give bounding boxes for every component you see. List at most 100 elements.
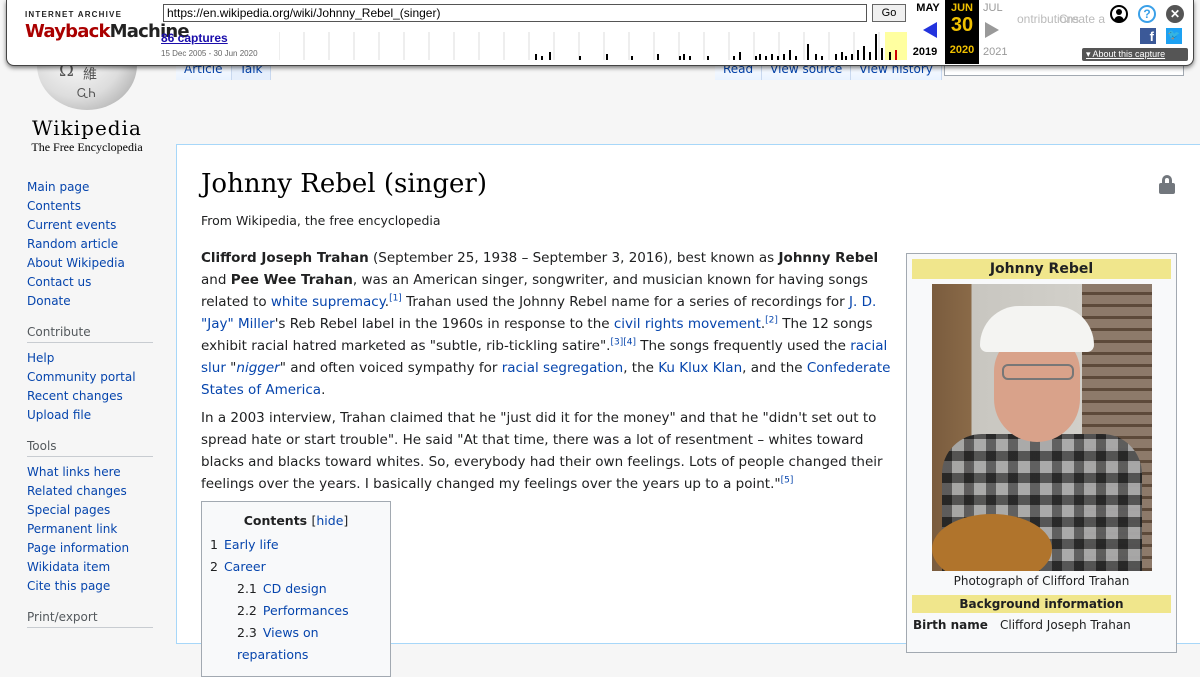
wikipedia-wordmark: Wikipedia (32, 116, 142, 140)
infobox-caption: Photograph of Clifford Trahan (953, 574, 1130, 588)
sidebar-item-permanent-link[interactable]: Permanent link (27, 522, 117, 536)
toc-item[interactable]: 1 Early life (210, 534, 382, 556)
text: Trahan used the Johnny Rebel name for a … (401, 294, 849, 310)
text: and (201, 272, 231, 288)
ghost-create-account-link: Create a (1059, 12, 1106, 26)
sidebar-item-page-information[interactable]: Page information (27, 541, 129, 555)
article-content: Johnny Rebel (singer) From Wikipedia, th… (176, 144, 1200, 677)
sidebar-item-donate[interactable]: Donate (27, 294, 71, 308)
sidebar-item-random-article[interactable]: Random article (27, 237, 118, 251)
sidebar-item-what-links-here[interactable]: What links here (27, 465, 121, 479)
wayback-go-button[interactable]: Go (872, 4, 906, 22)
sidebar-item-contents[interactable]: Contents (27, 199, 81, 213)
wayback-prev-month[interactable]: MAY (911, 2, 945, 14)
reference-1[interactable]: [1] (389, 294, 402, 304)
sidebar-print-export: Print/export (27, 610, 176, 628)
bold-name-clifford: Clifford Joseph Trahan (201, 250, 369, 266)
wayback-prev-arrow-icon[interactable] (923, 22, 937, 38)
sidebar-item-help[interactable]: Help (27, 351, 54, 365)
sidebar-tools: Tools What links here Related changes Sp… (27, 439, 176, 596)
link-slur-term[interactable]: nigger (236, 360, 279, 376)
site-subtitle: From Wikipedia, the free encyclopedia (201, 213, 441, 228)
sidebar-navigation: Main page Contents Current events Random… (27, 178, 176, 311)
photo-glasses (1001, 364, 1074, 380)
reference-4[interactable]: [4] (623, 338, 636, 348)
toc-number: 2 (210, 559, 218, 574)
toc-link-cd-design[interactable]: CD design (263, 581, 327, 596)
toc-number: 1 (210, 537, 218, 552)
sidebar-heading-print-export: Print/export (27, 610, 153, 628)
reference-2[interactable]: [2] (765, 316, 778, 326)
wayback-capture-range: 15 Dec 2005 - 30 Jun 2020 (161, 49, 258, 58)
help-icon[interactable]: ? (1138, 5, 1156, 23)
sidebar-item-main-page[interactable]: Main page (27, 180, 89, 194)
sidebar-item-upload-file[interactable]: Upload file (27, 408, 91, 422)
toc-number: 2.2 (237, 603, 257, 618)
user-icon[interactable] (1110, 5, 1128, 23)
toc-link-early-life[interactable]: Early life (224, 537, 279, 552)
wayback-selected-year: 2020 (949, 44, 975, 56)
sidebar-item-cite-this-page[interactable]: Cite this page (27, 579, 110, 593)
toc-hide-link[interactable]: hide (316, 513, 343, 528)
sidebar-heading-contribute: Contribute (27, 325, 153, 343)
bold-name-johnny-rebel: Johnny Rebel (778, 250, 879, 266)
infobox-section-header: Background information (912, 595, 1171, 613)
link-ku-klux-klan[interactable]: Ku Klux Klan (658, 360, 742, 376)
infobox: Johnny Rebel Photograph of Clifford Trah… (906, 253, 1177, 653)
table-of-contents: Contents [hide] 1 Early life 2 Career 2.1 C… (201, 501, 391, 677)
text: (September 25, 1938 – September 3, 2016)… (368, 250, 779, 266)
infobox-photo[interactable] (931, 284, 1152, 571)
toc-item[interactable]: 2 Career (210, 556, 382, 578)
toc-item[interactable]: 2.3 Views on reparations (210, 622, 382, 666)
sidebar: Main page Contents Current events Random… (0, 178, 176, 642)
lock-icon[interactable] (1159, 175, 1175, 194)
sidebar-item-recent-changes[interactable]: Recent changes (27, 389, 123, 403)
sidebar-item-current-events[interactable]: Current events (27, 218, 116, 232)
lead-paragraph-2: In a 2003 interview, Trahan claimed that… (201, 407, 891, 495)
wayback-logo-wayback: Wayback (25, 21, 110, 42)
bold-name-pee-wee: Pee Wee Trahan (230, 272, 353, 288)
toc-title: Contents (243, 513, 308, 528)
text: 's Reb Rebel label in the 1960s in respo… (274, 316, 614, 332)
text: The songs frequently used the (635, 338, 851, 354)
text: " and often voiced sympathy for (279, 360, 502, 376)
toc-item[interactable]: 2.2 Performances (210, 600, 382, 622)
facebook-icon[interactable]: f (1140, 28, 1156, 44)
wayback-logo[interactable]: INTERNET ARCHIVE WaybackMachine (25, 10, 190, 50)
wayback-next-year: 2021 (983, 46, 1008, 58)
sidebar-item-contact-us[interactable]: Contact us (27, 275, 91, 289)
close-icon[interactable]: ✕ (1166, 5, 1184, 23)
link-racial-segregation[interactable]: racial segregation (502, 360, 623, 376)
wayback-url-input[interactable]: https://en.wikipedia.org/wiki/Johnny_Reb… (163, 4, 867, 22)
wayback-next-arrow-icon (985, 22, 999, 38)
toc-link-performances[interactable]: Performances (263, 603, 349, 618)
toc-link-career[interactable]: Career (224, 559, 266, 574)
about-capture-button[interactable]: ▾ About this capture (1082, 48, 1188, 61)
toc-title-row: Contents [hide] (210, 510, 382, 532)
lead-paragraph-1: Clifford Joseph Trahan (September 25, 19… (201, 250, 891, 398)
twitter-icon[interactable]: 🐦 (1166, 28, 1182, 44)
wayback-captures-link[interactable]: 86 captures (161, 31, 228, 45)
wayback-selected-month: JUN (950, 2, 973, 14)
wayback-prev-year[interactable]: 2019 (907, 46, 943, 58)
reference-3[interactable]: [3] (610, 338, 623, 348)
sidebar-item-special-pages[interactable]: Special pages (27, 503, 110, 517)
toc-hide-wrapper: [hide] (311, 513, 349, 528)
sidebar-item-community-portal[interactable]: Community portal (27, 370, 136, 384)
sidebar-item-related-changes[interactable]: Related changes (27, 484, 127, 498)
article-body: Clifford Joseph Trahan (September 25, 19… (201, 247, 891, 677)
link-civil-rights-movement[interactable]: civil rights movement (614, 316, 761, 332)
sidebar-item-about-wikipedia[interactable]: About Wikipedia (27, 256, 125, 270)
toc-number: 2.1 (237, 581, 257, 596)
wayback-selected-day: 30 (950, 14, 974, 36)
wayback-sparkline[interactable] (279, 32, 907, 60)
text: " (225, 360, 237, 376)
infobox-title: Johnny Rebel (912, 259, 1171, 279)
toc-item[interactable]: 2.1 CD design (210, 578, 382, 600)
wayback-selected-date: JUN 30 2020 (945, 0, 979, 64)
text: . (321, 382, 326, 398)
link-white-supremacy[interactable]: white supremacy (271, 294, 385, 310)
sidebar-item-wikidata-item[interactable]: Wikidata item (27, 560, 110, 574)
wikipedia-tagline: The Free Encyclopedia (31, 140, 143, 154)
reference-5[interactable]: [5] (781, 476, 794, 486)
